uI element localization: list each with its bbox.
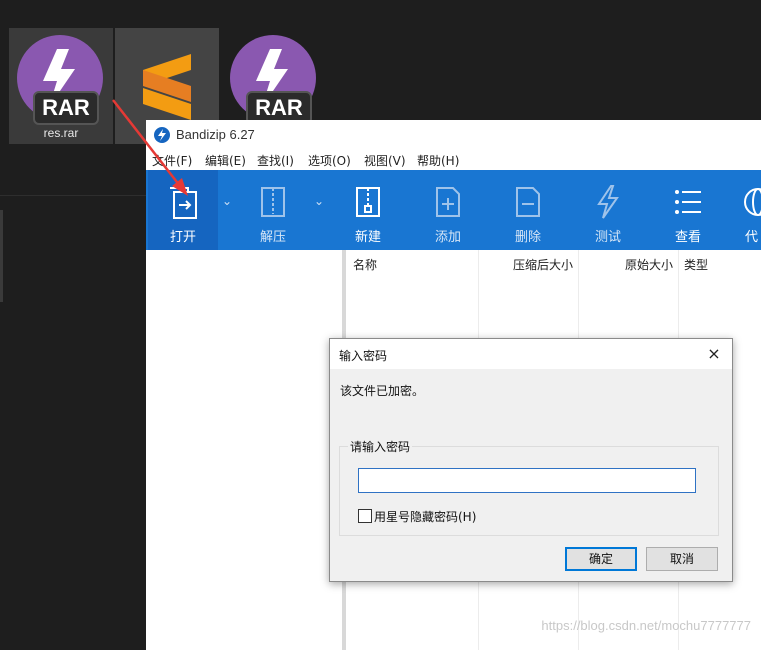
menu-edit[interactable]: 编辑(E): [205, 152, 246, 169]
desktop-icon-label: res.rar: [43, 126, 79, 140]
column-type[interactable]: 类型: [684, 256, 708, 273]
toolbar-extract-label: 解压: [259, 230, 286, 245]
menu-view[interactable]: 视图(V): [364, 152, 406, 169]
toolbar-test-label: 测试: [594, 230, 621, 245]
list-view-icon: [675, 190, 701, 214]
toolbar-add-button[interactable]: 添加: [413, 170, 483, 250]
toolbar-delete-button[interactable]: 删除: [493, 170, 563, 250]
toolbar-more-label: 代: [745, 230, 759, 245]
column-name[interactable]: 名称: [353, 256, 377, 273]
dialog-title: 输入密码: [339, 349, 388, 363]
hide-password-label[interactable]: 用星号隐藏密码(H): [374, 508, 476, 525]
desktop-icon-res-rar[interactable]: RAR res.rar: [9, 28, 113, 144]
bandizip-logo-icon: [154, 127, 170, 143]
menu-bar: 文件(F) 编辑(E) 查找(I) 选项(O) 视图(V) 帮助(H): [146, 150, 761, 170]
toolbar-new-button[interactable]: 新建: [333, 170, 403, 250]
globe-icon: [744, 188, 761, 216]
password-group-label: 请输入密码: [348, 438, 413, 455]
toolbar-open-label: 打开: [169, 230, 196, 245]
folder-tree-pane[interactable]: [146, 250, 343, 650]
rar-badge: RAR: [33, 91, 99, 125]
watermark-text: https://blog.csdn.net/mochu7777777: [541, 618, 751, 633]
window-title: Bandizip 6.27: [176, 127, 255, 142]
desktop-scroll-edge: [0, 210, 3, 302]
menu-options[interactable]: 选项(O): [308, 152, 351, 169]
toolbar: 打开 ⌄ 解压 ⌄ 新建 添加 删除 测试 查看 代: [146, 170, 761, 250]
toolbar-add-label: 添加: [434, 230, 461, 245]
open-dropdown-chevron-icon[interactable]: ⌄: [222, 194, 232, 208]
desktop-divider: [0, 195, 146, 196]
ok-button[interactable]: 确定: [565, 547, 637, 571]
toolbar-view-button[interactable]: 查看: [653, 170, 723, 250]
add-file-icon: [436, 187, 460, 217]
toolbar-delete-label: 删除: [514, 230, 541, 245]
dialog-titlebar: 输入密码 ×: [330, 339, 732, 369]
password-dialog: 输入密码 × 该文件已加密。 请输入密码 用星号隐藏密码(H) 确定 取消: [329, 338, 733, 582]
toolbar-test-button[interactable]: 测试: [573, 170, 643, 250]
checkbox-box[interactable]: [358, 509, 372, 523]
menu-find[interactable]: 查找(I): [257, 152, 294, 169]
open-icon: [170, 187, 197, 219]
extract-icon: [261, 187, 285, 217]
password-input[interactable]: [358, 468, 696, 493]
toolbar-more-button[interactable]: 代: [733, 170, 761, 250]
toolbar-extract-button[interactable]: 解压: [238, 170, 308, 250]
window-titlebar: Bandizip 6.27: [146, 120, 761, 150]
close-icon[interactable]: ×: [704, 344, 724, 364]
password-group: 请输入密码 用星号隐藏密码(H): [339, 438, 719, 536]
toolbar-new-label: 新建: [354, 230, 381, 245]
menu-file[interactable]: 文件(F): [152, 152, 192, 169]
cancel-button[interactable]: 取消: [646, 547, 718, 571]
menu-help[interactable]: 帮助(H): [417, 152, 459, 169]
column-compressed-size[interactable]: 压缩后大小: [513, 256, 573, 273]
toolbar-open-button[interactable]: 打开: [148, 170, 218, 250]
extract-dropdown-chevron-icon[interactable]: ⌄: [314, 194, 324, 208]
lightning-test-icon: [597, 185, 619, 219]
toolbar-view-label: 查看: [674, 230, 701, 245]
column-original-size[interactable]: 原始大小: [625, 256, 673, 273]
new-archive-icon: [356, 187, 380, 217]
encrypted-message: 该文件已加密。: [340, 384, 425, 398]
delete-file-icon: [516, 187, 540, 217]
